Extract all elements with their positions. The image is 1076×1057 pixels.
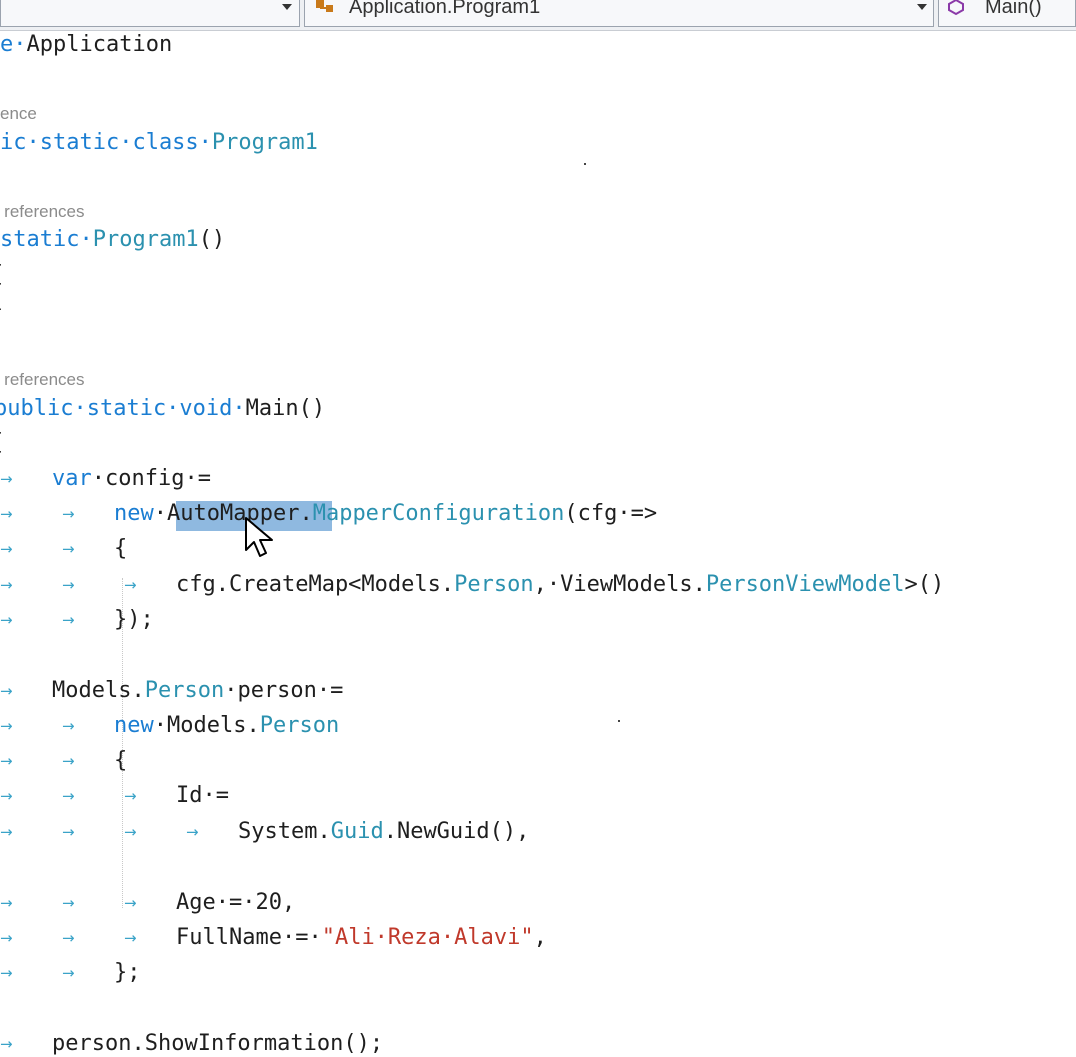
code-line-person-decl: Models.Person·person·= <box>52 678 344 703</box>
tab-arrow-icon: → <box>186 823 199 841</box>
code-line-guid: System.Guid.NewGuid(), <box>238 819 530 844</box>
tab-arrow-icon: → <box>0 752 13 770</box>
code-line-new-mapperconfiguration: new·AutoMapper.MapperConfiguration(cfg·=… <box>114 501 658 526</box>
tab-arrow-icon: → <box>0 470 13 488</box>
code-line-new-person: new·Models.Person <box>114 713 340 738</box>
code-line-namespace: e·Application <box>0 32 173 57</box>
code-line-createmap: cfg.CreateMap<Models.Person,·ViewModels.… <box>176 572 945 597</box>
code-line-showinformation: person.ShowInformation(); <box>52 1031 384 1056</box>
code-line-main: public·static·void·Main() <box>0 396 326 421</box>
class-icon <box>316 0 333 12</box>
member-dropdown[interactable]: Main() <box>938 0 1076 27</box>
tab-arrow-icon: → <box>62 540 75 558</box>
screen-artifact <box>584 163 586 165</box>
code-editor[interactable]: e·Application ence ic·static·class·Progr… <box>0 30 1076 1057</box>
codelens-references-ctor[interactable]: 0 references <box>0 202 85 222</box>
tab-arrow-icon: → <box>124 823 137 841</box>
code-line-lambda-open: { <box>114 536 128 561</box>
tab-arrow-icon: → <box>124 787 137 805</box>
selected-identifier[interactable]: AutoMapper <box>167 501 299 526</box>
code-line-lambda-close: }); <box>114 607 154 632</box>
tab-arrow-icon: → <box>62 894 75 912</box>
tab-arrow-icon: → <box>0 929 13 947</box>
code-line-age: Age·=·20, <box>176 890 296 915</box>
code-line-id: Id·= <box>176 783 229 808</box>
tab-arrow-icon: → <box>0 540 13 558</box>
code-line-fullname: FullName·=·"Ali·Reza·Alavi", <box>176 925 547 950</box>
code-line-class: ic·static·class·Program1 <box>0 130 318 155</box>
type-dropdown[interactable]: Application.Program1 <box>304 0 934 27</box>
tab-arrow-icon: → <box>0 823 13 841</box>
type-dropdown-label: Application.Program1 <box>349 0 541 18</box>
tab-arrow-icon: → <box>124 576 137 594</box>
mouse-pointer-icon <box>245 517 273 557</box>
project-dropdown[interactable] <box>0 0 300 27</box>
tab-arrow-icon: → <box>62 611 75 629</box>
tab-arrow-icon: → <box>0 1035 13 1053</box>
code-line-init-close: }; <box>114 960 141 985</box>
code-line-ctor-open: { <box>0 260 3 290</box>
code-line-main-open: { <box>0 428 3 458</box>
tab-arrow-icon: → <box>0 682 13 700</box>
code-line-static-ctor: static·Program1() <box>0 227 226 252</box>
code-line-ctor-close: } <box>0 295 3 325</box>
tab-arrow-icon: → <box>0 576 13 594</box>
tab-arrow-icon: → <box>124 894 137 912</box>
tab-arrow-icon: → <box>62 929 75 947</box>
codelens-reference[interactable]: ence <box>0 104 37 124</box>
tab-arrow-icon: → <box>0 611 13 629</box>
codelens-references-main[interactable]: 0 references <box>0 370 85 390</box>
editor-navigation-bar: Application.Program1 Main() <box>0 0 1076 31</box>
tab-arrow-icon: → <box>0 717 13 735</box>
screen-artifact <box>618 720 620 722</box>
tab-arrow-icon: → <box>0 505 13 523</box>
tab-arrow-icon: → <box>62 964 75 982</box>
tab-arrow-icon: → <box>0 894 13 912</box>
code-line-var-config: var·config·= <box>52 466 211 491</box>
tab-arrow-icon: → <box>62 787 75 805</box>
tab-arrow-icon: → <box>62 717 75 735</box>
tab-arrow-icon: → <box>62 576 75 594</box>
tab-arrow-icon: → <box>0 787 13 805</box>
tab-arrow-icon: → <box>124 929 137 947</box>
tab-arrow-icon: → <box>62 752 75 770</box>
tab-arrow-icon: → <box>62 823 75 841</box>
tab-arrow-icon: → <box>62 505 75 523</box>
code-line-init-open: { <box>114 748 128 773</box>
member-dropdown-label: Main() <box>985 0 1042 18</box>
method-icon <box>948 0 964 16</box>
chevron-down-icon[interactable] <box>917 4 927 10</box>
tab-arrow-icon: → <box>0 964 13 982</box>
chevron-down-icon[interactable] <box>282 4 292 10</box>
